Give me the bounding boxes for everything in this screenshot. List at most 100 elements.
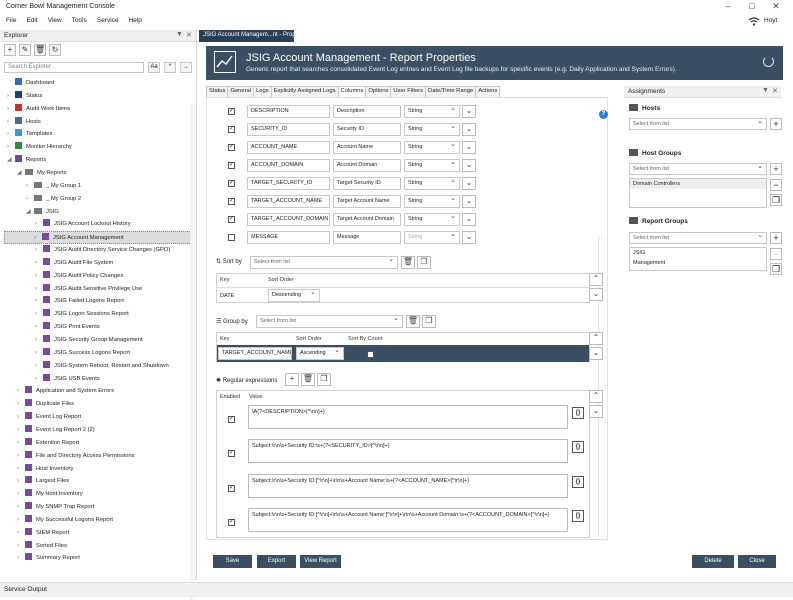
group-by-select[interactable]: Select from list (256, 315, 403, 328)
tree-item[interactable]: › Hosts (7, 116, 41, 129)
tree-item[interactable]: › File and Directory Access Permissions (17, 450, 135, 463)
regex-editor-button[interactable]: {} (572, 476, 584, 488)
expand-arrow-icon[interactable]: › (17, 488, 25, 501)
column-type-select[interactable]: String (404, 213, 460, 226)
expand-arrow-icon[interactable]: › (17, 552, 25, 565)
tree-item[interactable]: › JSIG Audit Directory Service Changes (G… (35, 244, 170, 257)
regex-enabled-checkbox[interactable] (228, 485, 235, 492)
column-enabled-checkbox[interactable] (228, 216, 235, 223)
expand-arrow-icon[interactable]: › (17, 450, 25, 463)
column-key-input[interactable]: MESSAGE (247, 231, 330, 244)
expand-arrow-icon[interactable]: › (7, 90, 15, 103)
host-groups-copy-button[interactable]: ❐ (770, 194, 782, 206)
column-name-input[interactable]: Account Name (333, 141, 401, 154)
tree-item[interactable]: › SIEM Report (17, 527, 69, 540)
expand-arrow-icon[interactable]: › (17, 424, 25, 437)
regex-collapse-button[interactable]: ⌃ (589, 390, 603, 403)
tree-item[interactable]: › JSIG USB Events (35, 373, 100, 386)
tree-item[interactable]: › Templates (7, 128, 52, 141)
group-expand-button[interactable]: ⌄ (589, 347, 603, 360)
regex-value-input[interactable]: Subject:\r\n\s+Security ID:[^\r\n]+\r\n\… (248, 474, 568, 498)
tree-item[interactable]: › Monitor Hierarchy (7, 141, 72, 154)
expand-arrow-icon[interactable]: ◢ (26, 206, 34, 219)
column-key-input[interactable]: ACCOUNT_DOMAIN (247, 159, 330, 172)
regex-add-button[interactable]: + (285, 373, 299, 386)
regex-delete-button[interactable]: 🗑 (301, 373, 315, 386)
explorer-search-input[interactable]: Search Explorer (4, 62, 144, 73)
tree-item[interactable]: › Duplicate Files (17, 398, 74, 411)
column-key-input[interactable]: DESCRIPTION (247, 105, 330, 118)
export-button[interactable]: Export (257, 555, 296, 568)
expand-arrow-icon[interactable]: › (17, 475, 25, 488)
column-expand-button[interactable]: ⌄ (462, 141, 476, 154)
expand-arrow-icon[interactable]: › (35, 334, 43, 347)
assign-pin-icon[interactable]: ▼ (762, 87, 769, 94)
match-case-button[interactable]: Aa (148, 62, 160, 73)
group-key-input[interactable]: TARGET_ACCOUNT_NAME (218, 347, 292, 360)
column-name-input[interactable]: Target Security ID (333, 177, 401, 190)
sort-delete-button[interactable]: 🗑 (401, 256, 415, 269)
tree-item[interactable]: › _ My Group 1 (26, 180, 81, 193)
column-key-input[interactable]: SECURITY_ID (247, 123, 330, 136)
host-groups-add-button[interactable]: + (770, 163, 782, 175)
help-icon[interactable]: ? (599, 110, 608, 119)
report-group-item[interactable]: Management (630, 258, 766, 268)
column-expand-button[interactable]: ⌄ (462, 123, 476, 136)
column-enabled-checkbox[interactable] (228, 144, 235, 151)
tree-item[interactable]: › JSIG Logon Sessions Report (35, 308, 129, 321)
expand-arrow-icon[interactable]: › (35, 218, 43, 231)
report-group-item[interactable]: JSIG (630, 248, 766, 258)
tree-item[interactable]: › JSIG Failed Logons Report (35, 295, 124, 308)
tab-options[interactable]: Options (365, 86, 392, 97)
menu-tools[interactable]: Tools (67, 16, 92, 25)
regex-value-input[interactable]: Subject:\r\n\s+Security ID:[^\r\n]+\r\n\… (248, 508, 568, 532)
column-type-select[interactable]: String (404, 159, 460, 172)
explorer-scrollbar[interactable] (190, 104, 196, 600)
tree-item[interactable]: › Event Log Report 2 (2) (17, 424, 95, 437)
menu-view[interactable]: View (43, 16, 67, 25)
column-enabled-checkbox[interactable] (228, 108, 235, 115)
tree-item[interactable]: › JSIG Audit File System (35, 257, 113, 270)
group-order-select[interactable]: Ascending (296, 347, 344, 360)
expand-arrow-icon[interactable]: › (17, 437, 25, 450)
menu-file[interactable]: File (1, 16, 21, 25)
tree-item[interactable]: › JSIG Success Logons Report (35, 347, 130, 360)
tree-item[interactable]: › JSIG System Reboot, Restart and Shutdow… (35, 360, 169, 373)
tree-item[interactable]: › My Host Inventory (17, 488, 83, 501)
group-copy-button[interactable]: ❐ (422, 315, 436, 328)
column-key-input[interactable]: TARGET_SECURITY_ID (247, 177, 330, 190)
sort-by-count-checkbox[interactable] (367, 351, 374, 358)
expand-arrow-icon[interactable]: › (17, 385, 25, 398)
column-expand-button[interactable]: ⌄ (462, 195, 476, 208)
column-type-select[interactable]: String (404, 195, 460, 208)
tree-item[interactable]: ◢ Reports (7, 154, 46, 167)
tree-item[interactable]: Dashboard (7, 77, 54, 90)
tab-actions[interactable]: Actions (475, 86, 501, 97)
expand-arrow-icon[interactable]: › (35, 257, 43, 270)
regex-editor-button[interactable]: {} (572, 441, 584, 453)
column-type-select[interactable]: String (404, 141, 460, 154)
group-collapse-button[interactable]: ⌃ (589, 332, 603, 345)
expand-arrow-icon[interactable]: › (17, 501, 25, 514)
regex-editor-button[interactable]: {} (572, 510, 584, 522)
hosts-select[interactable]: Select from list (629, 117, 767, 130)
tree-item[interactable]: › JSIG Print Events (35, 321, 100, 334)
regex-expand-button[interactable]: ⌄ (589, 405, 603, 418)
column-enabled-checkbox[interactable] (228, 180, 235, 187)
tree-item[interactable]: › Summary Report (17, 552, 80, 565)
expand-arrow-icon[interactable]: › (35, 283, 43, 296)
expand-arrow-icon[interactable]: › (7, 116, 15, 129)
panel-close-icon[interactable]: ✕ (186, 31, 192, 39)
tree-item[interactable]: › JSIG Audit Sensitive Privilege Use (35, 283, 142, 296)
group-delete-button[interactable]: 🗑 (406, 315, 420, 328)
regex-toggle-button[interactable]: * (164, 62, 176, 73)
column-expand-button[interactable]: ⌄ (462, 105, 476, 118)
expand-arrow-icon[interactable]: › (35, 308, 43, 321)
expand-arrow-icon[interactable]: › (26, 180, 34, 193)
tab-general[interactable]: General (227, 86, 255, 97)
expand-arrow-icon[interactable]: ◢ (17, 167, 25, 180)
expand-arrow-icon[interactable]: › (35, 360, 43, 373)
expand-arrow-icon[interactable]: ◢ (7, 154, 15, 167)
expand-arrow-icon[interactable]: › (7, 103, 15, 116)
report-groups-select[interactable]: Select from list (629, 231, 767, 244)
